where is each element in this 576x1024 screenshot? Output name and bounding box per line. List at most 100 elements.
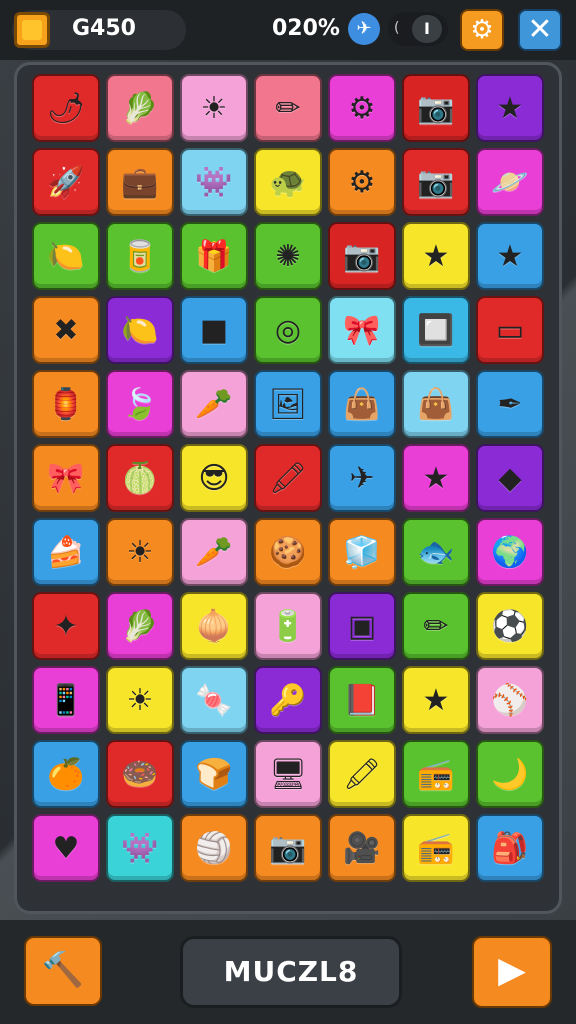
- radio-icon: 📻: [417, 830, 455, 866]
- tile-2-0[interactable]: 🍋: [32, 222, 100, 290]
- tile-1-6[interactable]: 🪐: [476, 148, 544, 216]
- tile-4-1[interactable]: 🍃: [106, 370, 174, 438]
- settings-button[interactable]: ⚙: [460, 9, 504, 51]
- tile-4-2[interactable]: 🥕: [180, 370, 248, 438]
- tile-5-2[interactable]: 😎: [180, 444, 248, 512]
- tile-1-5[interactable]: 📷: [402, 148, 470, 216]
- tile-6-0[interactable]: 🍰: [32, 518, 100, 586]
- tile-3-4[interactable]: 🎀: [328, 296, 396, 364]
- candy-icon: 🍬: [195, 682, 233, 718]
- close-button[interactable]: ✕: [518, 9, 562, 51]
- tile-2-4[interactable]: 📷: [328, 222, 396, 290]
- crossed-sticks-icon: ✖: [53, 312, 79, 348]
- carrot-icon: 🥕: [195, 386, 233, 422]
- tile-2-1[interactable]: 🥫: [106, 222, 174, 290]
- tile-1-2[interactable]: 👾: [180, 148, 248, 216]
- tile-6-3[interactable]: 🍪: [254, 518, 322, 586]
- tile-3-2[interactable]: ■: [180, 296, 248, 364]
- tile-8-0[interactable]: 📱: [32, 666, 100, 734]
- bag-icon: 🎒: [491, 830, 529, 866]
- tile-6-4[interactable]: 🧊: [328, 518, 396, 586]
- tile-7-4[interactable]: ▣: [328, 592, 396, 660]
- tile-3-1[interactable]: 🍋: [106, 296, 174, 364]
- tile-3-3[interactable]: ◎: [254, 296, 322, 364]
- tile-5-1[interactable]: 🍈: [106, 444, 174, 512]
- tile-5-6[interactable]: ◆: [476, 444, 544, 512]
- tile-2-2[interactable]: 🎁: [180, 222, 248, 290]
- tile-7-0[interactable]: ✦: [32, 592, 100, 660]
- tile-2-5[interactable]: ★: [402, 222, 470, 290]
- toggle-switch[interactable]: ( I: [388, 12, 448, 46]
- ball-icon: ⚽: [491, 608, 529, 644]
- tile-7-6[interactable]: ⚽: [476, 592, 544, 660]
- tile-6-2[interactable]: 🥕: [180, 518, 248, 586]
- tile-6-1[interactable]: ☀: [106, 518, 174, 586]
- tile-10-0[interactable]: ♥: [32, 814, 100, 882]
- tile-9-4[interactable]: 🖍: [328, 740, 396, 808]
- tile-10-3[interactable]: 📷: [254, 814, 322, 882]
- tile-7-5[interactable]: ✏: [402, 592, 470, 660]
- tile-5-5[interactable]: ★: [402, 444, 470, 512]
- tile-9-1[interactable]: 🍩: [106, 740, 174, 808]
- cube-icon: 🧊: [343, 534, 381, 570]
- tile-7-1[interactable]: 🥬: [106, 592, 174, 660]
- tile-9-3[interactable]: 🖥: [254, 740, 322, 808]
- level-title[interactable]: MUCZL8: [180, 936, 402, 1008]
- tile-8-5[interactable]: ★: [402, 666, 470, 734]
- tile-8-6[interactable]: ⚾: [476, 666, 544, 734]
- tile-10-1[interactable]: 👾: [106, 814, 174, 882]
- tile-9-6[interactable]: 🌙: [476, 740, 544, 808]
- star-icon: ★: [496, 238, 524, 274]
- tile-4-5[interactable]: 👜: [402, 370, 470, 438]
- tile-2-3[interactable]: ✺: [254, 222, 322, 290]
- tile-7-2[interactable]: 🧅: [180, 592, 248, 660]
- tile-9-5[interactable]: 📻: [402, 740, 470, 808]
- star-icon: ★: [422, 682, 450, 718]
- tile-5-3[interactable]: 🖍: [254, 444, 322, 512]
- tile-1-0[interactable]: 🚀: [32, 148, 100, 216]
- projector-icon: 🎥: [343, 830, 381, 866]
- tile-0-6[interactable]: ★: [476, 74, 544, 142]
- tile-1-3[interactable]: 🐢: [254, 148, 322, 216]
- toggle-mark: (: [394, 20, 400, 36]
- battery-icon: 🔋: [269, 608, 307, 644]
- tile-7-3[interactable]: 🔋: [254, 592, 322, 660]
- tile-5-0[interactable]: 🎀: [32, 444, 100, 512]
- tile-10-6[interactable]: 🎒: [476, 814, 544, 882]
- fruit-icon: 🍊: [47, 756, 85, 792]
- tile-10-5[interactable]: 📻: [402, 814, 470, 882]
- hammer-button[interactable]: 🔨: [24, 936, 102, 1006]
- tile-1-4[interactable]: ⚙: [328, 148, 396, 216]
- lemon-icon: 🍋: [121, 312, 159, 348]
- tile-8-1[interactable]: ☀: [106, 666, 174, 734]
- tile-0-5[interactable]: 📷: [402, 74, 470, 142]
- tile-10-2[interactable]: 🏐: [180, 814, 248, 882]
- sun-icon: ☀: [126, 682, 154, 718]
- tile-4-6[interactable]: ✒: [476, 370, 544, 438]
- tile-0-4[interactable]: ⚙: [328, 74, 396, 142]
- tile-0-0[interactable]: 🌶: [32, 74, 100, 142]
- tile-3-6[interactable]: ▭: [476, 296, 544, 364]
- tile-4-4[interactable]: 👜: [328, 370, 396, 438]
- play-button[interactable]: ▶: [472, 936, 552, 1008]
- tile-10-4[interactable]: 🎥: [328, 814, 396, 882]
- cake-icon: 🍰: [47, 534, 85, 570]
- tile-8-4[interactable]: 📕: [328, 666, 396, 734]
- star-badge-icon[interactable]: ✈: [348, 13, 380, 45]
- tile-4-0[interactable]: 🏮: [32, 370, 100, 438]
- tile-6-6[interactable]: 🌍: [476, 518, 544, 586]
- tile-3-5[interactable]: 🔲: [402, 296, 470, 364]
- tile-8-3[interactable]: 🔑: [254, 666, 322, 734]
- tile-2-6[interactable]: ★: [476, 222, 544, 290]
- tile-0-1[interactable]: 🥬: [106, 74, 174, 142]
- tile-0-2[interactable]: ☀: [180, 74, 248, 142]
- tile-8-2[interactable]: 🍬: [180, 666, 248, 734]
- tile-6-5[interactable]: 🐟: [402, 518, 470, 586]
- tile-4-3[interactable]: 🖼: [254, 370, 322, 438]
- tile-5-4[interactable]: ✈: [328, 444, 396, 512]
- tile-9-0[interactable]: 🍊: [32, 740, 100, 808]
- tile-3-0[interactable]: ✖: [32, 296, 100, 364]
- tile-0-3[interactable]: ✏: [254, 74, 322, 142]
- tile-1-1[interactable]: 💼: [106, 148, 174, 216]
- tile-9-2[interactable]: 🍞: [180, 740, 248, 808]
